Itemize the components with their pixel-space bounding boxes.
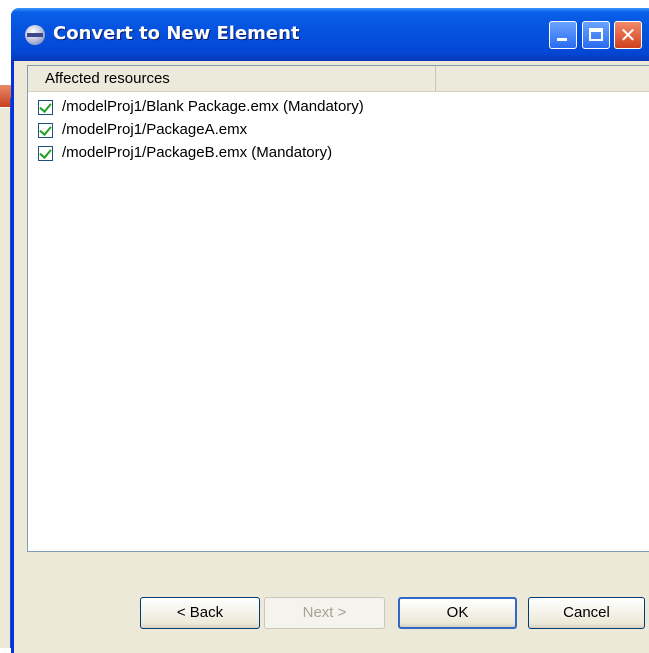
- dialog-title: Convert to New Element: [53, 23, 300, 44]
- table-rows: /modelProj1/Blank Package.emx (Mandatory…: [28, 97, 649, 166]
- table-row[interactable]: /modelProj1/PackageA.emx: [28, 120, 649, 143]
- row-checkbox[interactable]: [38, 123, 53, 138]
- title-bar[interactable]: Convert to New Element ✕: [11, 8, 649, 61]
- cancel-button[interactable]: Cancel: [528, 597, 645, 629]
- convert-dialog: Convert to New Element ✕ Affected resour…: [11, 8, 649, 653]
- table-row[interactable]: /modelProj1/Blank Package.emx (Mandatory…: [28, 97, 649, 120]
- row-label: /modelProj1/PackageA.emx: [62, 121, 248, 138]
- check-icon: [39, 100, 52, 113]
- affected-resources-table[interactable]: Affected resources /modelProj1/Blank Pac…: [27, 65, 649, 552]
- row-label: /modelProj1/Blank Package.emx (Mandatory…: [62, 98, 364, 115]
- maximize-icon: [589, 28, 603, 41]
- column-header-affected-resources[interactable]: Affected resources: [28, 66, 436, 91]
- check-icon: [39, 123, 52, 136]
- row-checkbox[interactable]: [38, 100, 53, 115]
- check-icon: [39, 146, 52, 159]
- eclipse-icon: [25, 25, 45, 45]
- table-header: Affected resources: [28, 66, 649, 92]
- minimize-button[interactable]: [549, 21, 577, 49]
- ok-button[interactable]: OK: [398, 597, 517, 629]
- minimize-icon: [557, 38, 567, 41]
- row-label: /modelProj1/PackageB.emx (Mandatory): [62, 144, 333, 161]
- next-button[interactable]: Next >: [264, 597, 385, 629]
- table-row[interactable]: /modelProj1/PackageB.emx (Mandatory): [28, 143, 649, 166]
- row-checkbox[interactable]: [38, 146, 53, 161]
- maximize-button[interactable]: [582, 21, 610, 49]
- close-button[interactable]: ✕: [614, 21, 642, 49]
- back-button[interactable]: < Back: [140, 597, 260, 629]
- close-icon: ✕: [619, 23, 637, 47]
